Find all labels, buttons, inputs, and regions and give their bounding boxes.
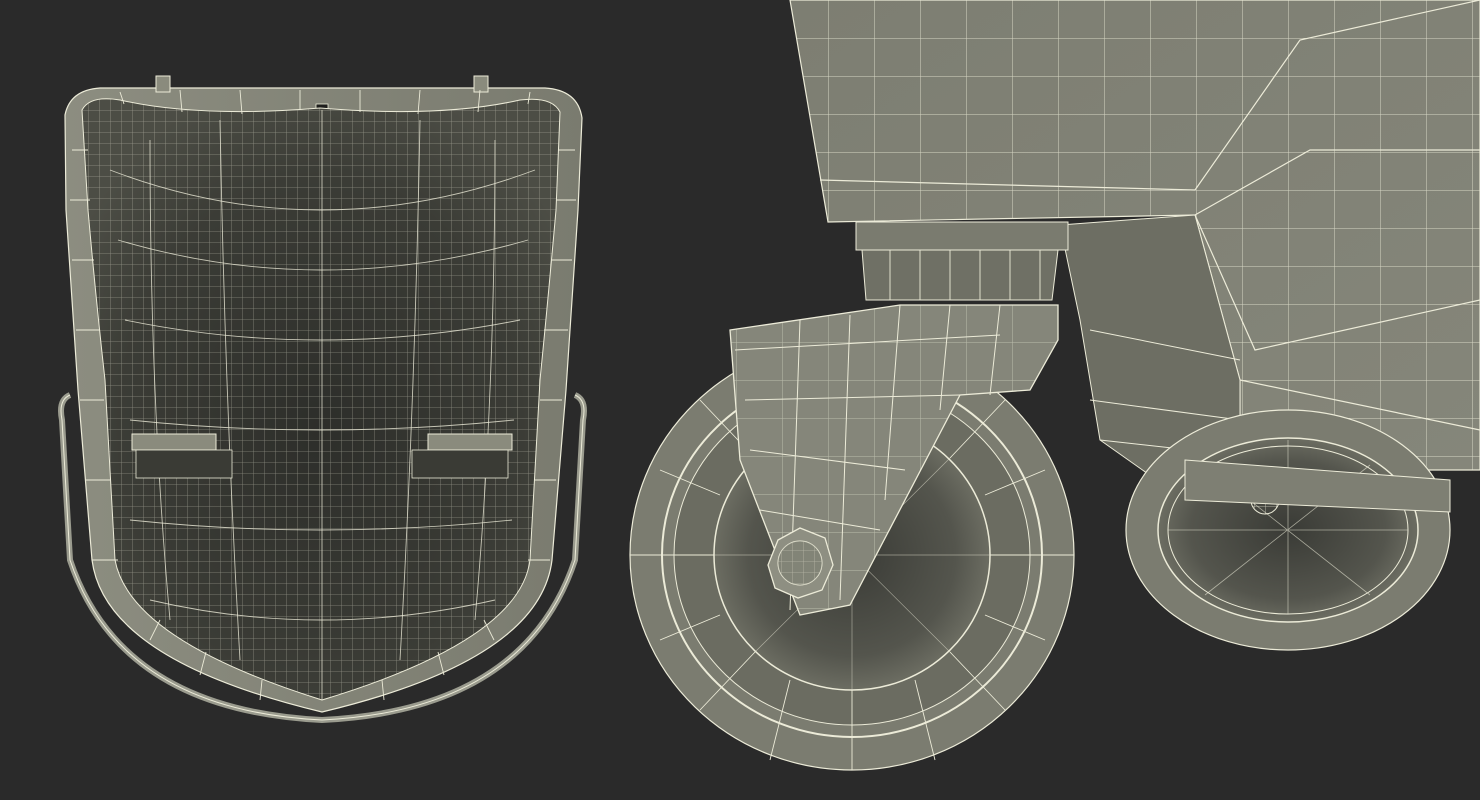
wireframe-render [58,0,1480,771]
ledge-left [131,433,217,451]
ledge-right [427,433,513,451]
bucket-top-view [58,75,587,724]
rear-wheel [1125,409,1451,651]
render-scene [0,0,1480,800]
rim-tab-left [155,75,171,93]
rim-tab-right [473,75,489,93]
swivel-neck [855,221,1069,301]
caster-closeup [629,0,1480,771]
